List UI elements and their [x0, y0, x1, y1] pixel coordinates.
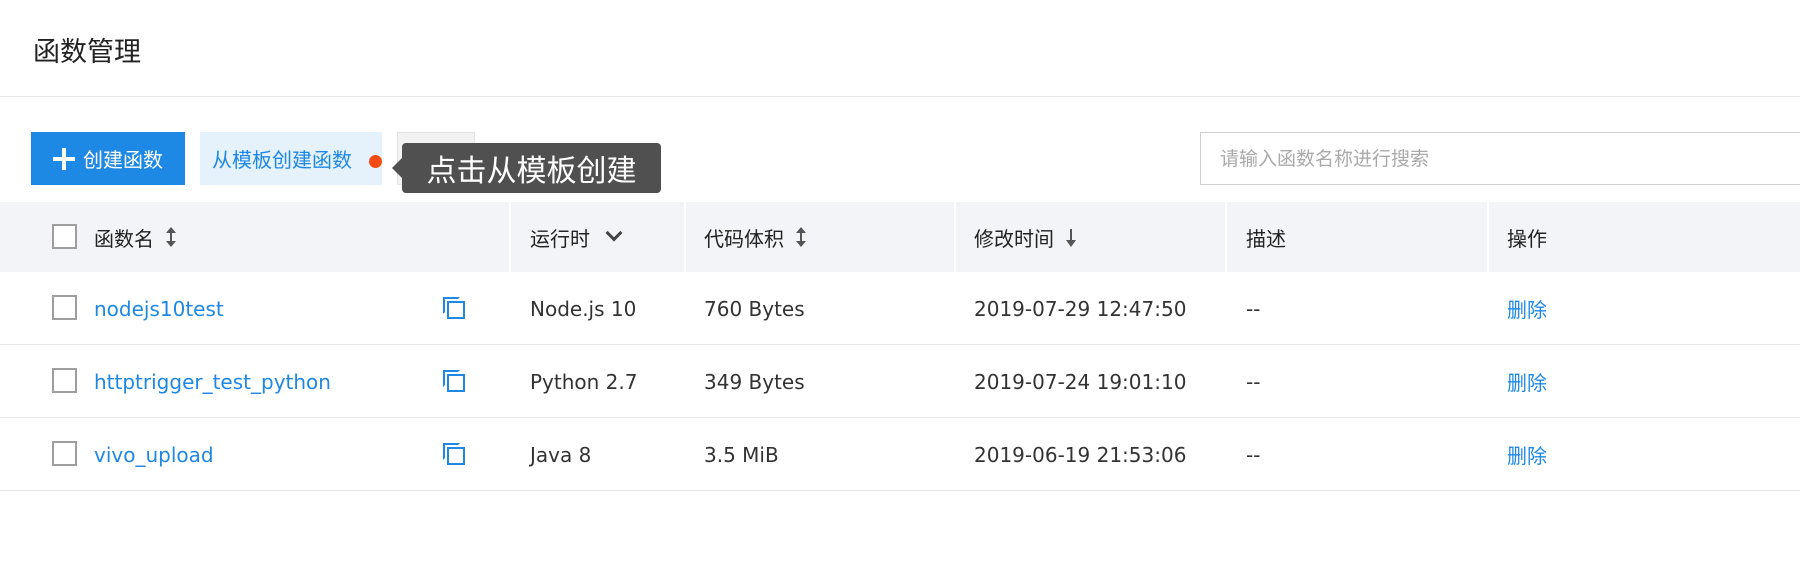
- column-header-modified-label: 修改时间: [974, 226, 1054, 251]
- column-header-name-label: 函数名: [94, 226, 154, 251]
- column-header-size-label: 代码体积: [704, 226, 784, 251]
- column-header-actions: 操作: [1507, 202, 1547, 272]
- column-header-actions-label: 操作: [1507, 226, 1547, 251]
- function-name-link[interactable]: vivo_upload: [94, 443, 214, 467]
- function-name-link[interactable]: nodejs10test: [94, 297, 224, 321]
- page-title: 函数管理: [33, 37, 141, 68]
- functions-table: 函数名 运行时 代码体积 修改时间 描述 操作 nodejs10test Nod…: [0, 202, 1800, 491]
- column-header-runtime[interactable]: 运行时: [530, 202, 623, 272]
- size-cell: 3.5 MiB: [704, 442, 779, 467]
- description-cell: --: [1246, 442, 1261, 467]
- runtime-cell: Node.js 10: [530, 296, 637, 321]
- size-cell: 760 Bytes: [704, 296, 805, 321]
- table-row: nodejs10test Node.js 10 760 Bytes 2019-0…: [0, 272, 1800, 345]
- column-header-modified[interactable]: 修改时间: [974, 202, 1078, 272]
- create-from-template-label: 从模板创建函数: [212, 148, 352, 172]
- sort-updown-icon[interactable]: [794, 225, 808, 249]
- plus-icon: [53, 147, 75, 170]
- guide-tooltip-text: 点击从模板创建: [426, 154, 637, 189]
- select-all-checkbox[interactable]: [52, 224, 77, 249]
- table-header: 函数名 运行时 代码体积 修改时间 描述 操作: [0, 202, 1800, 272]
- row-checkbox[interactable]: [52, 441, 77, 466]
- runtime-cell: Python 2.7: [530, 369, 638, 394]
- runtime-cell: Java 8: [530, 442, 592, 467]
- copy-icon[interactable]: [443, 443, 465, 465]
- modified-cell: 2019-07-24 19:01:10: [974, 369, 1187, 394]
- delete-link[interactable]: 删除: [1507, 294, 1547, 323]
- copy-icon[interactable]: [443, 370, 465, 392]
- column-header-runtime-label: 运行时: [530, 226, 590, 251]
- row-checkbox[interactable]: [52, 368, 77, 393]
- arrow-down-icon[interactable]: [1064, 225, 1078, 249]
- column-header-size[interactable]: 代码体积: [704, 202, 808, 272]
- description-cell: --: [1246, 369, 1261, 394]
- row-checkbox[interactable]: [52, 295, 77, 320]
- column-header-description-label: 描述: [1246, 226, 1286, 251]
- create-function-label: 创建函数: [83, 148, 163, 172]
- create-from-template-button[interactable]: 从模板创建函数: [200, 132, 382, 185]
- column-header-description: 描述: [1246, 202, 1286, 272]
- function-name-link[interactable]: httptrigger_test_python: [94, 370, 331, 394]
- guide-tooltip: 点击从模板创建: [392, 143, 661, 193]
- table-row: httptrigger_test_python Python 2.7 349 B…: [0, 345, 1800, 418]
- modified-cell: 2019-07-29 12:47:50: [974, 296, 1187, 321]
- page-header: 函数管理: [0, 0, 1800, 97]
- column-header-name[interactable]: 函数名: [94, 202, 178, 272]
- chevron-down-icon[interactable]: [605, 224, 623, 242]
- search-input[interactable]: [1200, 132, 1800, 185]
- modified-cell: 2019-06-19 21:53:06: [974, 442, 1187, 467]
- highlight-dot: [369, 155, 382, 168]
- delete-link[interactable]: 删除: [1507, 440, 1547, 469]
- table-row: vivo_upload Java 8 3.5 MiB 2019-06-19 21…: [0, 418, 1800, 491]
- size-cell: 349 Bytes: [704, 369, 805, 394]
- create-function-button[interactable]: 创建函数: [31, 132, 185, 185]
- copy-icon[interactable]: [443, 297, 465, 319]
- sort-updown-icon[interactable]: [164, 225, 178, 249]
- description-cell: --: [1246, 296, 1261, 321]
- delete-link[interactable]: 删除: [1507, 367, 1547, 396]
